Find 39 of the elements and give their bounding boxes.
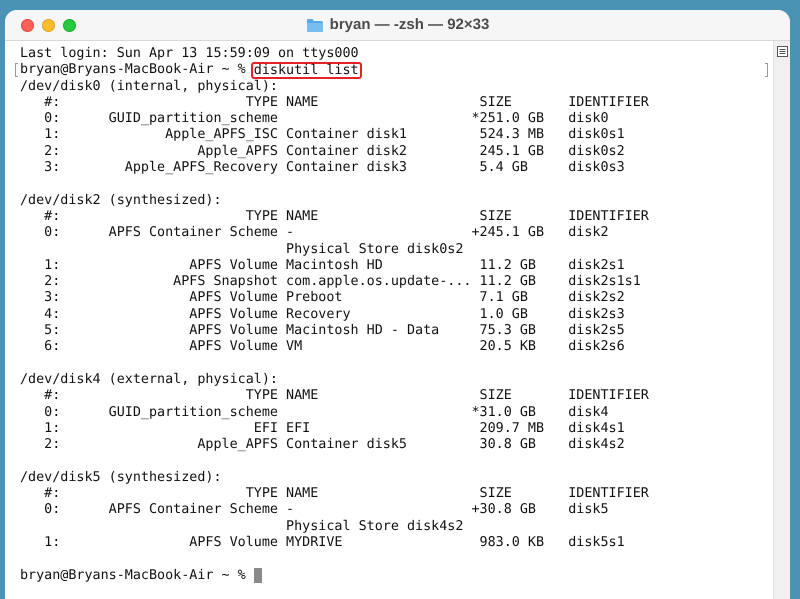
shell-prompt: bryan@Bryans-MacBook-Air ~ % (20, 568, 247, 584)
terminal-line: 6: APFS Volume VM 20.5 KB disk2s6 (43, 339, 625, 356)
terminal-line: #: TYPE NAME SIZE IDENTIFIER (43, 94, 649, 112)
terminal-line: /dev/disk4 (external, physical): (20, 372, 278, 388)
folder-icon (306, 18, 324, 32)
command-text: diskutil list (250, 62, 362, 79)
line-mark (15, 63, 18, 78)
terminal-line: 0: APFS Container Scheme - +245.1 GB disk2 (43, 225, 609, 242)
terminal-line: 0: GUID_partition_scheme *251.0 GB disk0 (43, 111, 609, 128)
terminal-line: 4: APFS Volume Recovery 1.0 GB disk2s3 (43, 306, 625, 324)
terminal-line: 0: GUID_partition_scheme *31.0 GB disk4 (43, 404, 609, 421)
minimize-button[interactable] (42, 18, 55, 32)
terminal-line: Physical Store disk4s2 (285, 518, 464, 535)
terminal-line: 2: Apple_APFS Container disk5 30.8 GB disk4s2 (43, 437, 625, 454)
terminal-line: /dev/disk2 (synthesized): (20, 192, 222, 209)
text-cursor (254, 568, 262, 584)
terminal-line: Physical Store disk0s2 (285, 242, 464, 258)
shell-prompt: bryan@Bryans-MacBook-Air ~ % (20, 62, 247, 79)
terminal-line: #: TYPE NAME SIZE IDENTIFIER (43, 208, 649, 226)
terminal-line: 5: APFS Volume Macintosh HD - Data 75.3 GB disk2s5 (43, 323, 625, 340)
terminal-line: 3: Apple_APFS_Recovery Container disk3 5.4 GB disk0s3 (43, 160, 625, 176)
terminal-line: /dev/disk5 (synthesized): (20, 470, 222, 486)
terminal-line: 3: APFS Volume Preboot 7.1 GB disk2s2 (43, 290, 625, 307)
terminal-line: #: TYPE NAME SIZE IDENTIFIER (43, 486, 649, 502)
menu-icon[interactable] (776, 46, 788, 57)
zoom-button[interactable] (63, 18, 76, 32)
close-button[interactable] (21, 18, 34, 32)
terminal-line: 0: APFS Container Scheme - +30.8 GB disk5 (43, 502, 609, 519)
terminal-line: 1: EFI EFI 209.7 MB disk4s1 (43, 420, 625, 438)
terminal-line: Last login: Sun Apr 13 15:59:09 on ttys000 (20, 46, 359, 62)
line-mark (765, 63, 768, 78)
terminal-line: 2: APFS Snapshot com.apple.os.update-... 11.2 GB disk2s1s1 (43, 274, 641, 290)
window-title: bryan — -zsh — 92×33 (330, 14, 490, 35)
terminal-line: 2: Apple_APFS Container disk2 245.1 GB disk0s2 (43, 144, 625, 160)
terminal-line: 1: APFS Volume MYDRIVE 983.0 KB disk5s1 (43, 534, 625, 552)
terminal-line: /dev/disk0 (internal, physical): (20, 78, 278, 95)
terminal-line: 1: Apple_APFS_ISC Container disk1 524.3 MB disk0s1 (43, 127, 625, 144)
terminal-line: #: TYPE NAME SIZE IDENTIFIER (43, 388, 649, 405)
terminal-line: 1: APFS Volume Macintosh HD 11.2 GB disk2s1 (43, 258, 625, 274)
